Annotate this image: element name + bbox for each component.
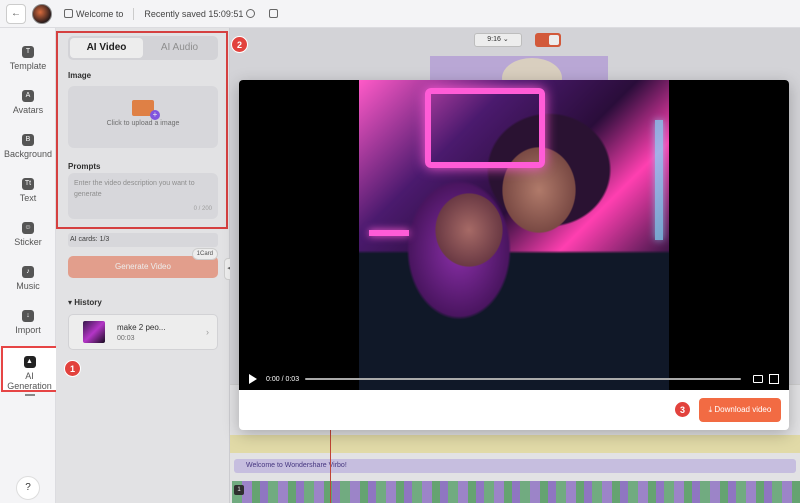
callout-badge-3: 3 [674, 401, 691, 418]
nav-template-label: Template [9, 61, 47, 71]
avatars-icon: A [22, 90, 34, 102]
sticker-icon: ☺ [22, 222, 34, 234]
nav-import-label: Import [15, 325, 41, 335]
save-status: Recently saved 15:09:51 [144, 8, 256, 19]
project-name[interactable]: Welcome to [64, 9, 123, 19]
nav-sticker-label: Sticker [14, 237, 42, 247]
music-icon: ♪ [22, 266, 34, 278]
headset-icon: ? [25, 482, 31, 493]
video-player[interactable]: 0:00 / 0:03 [239, 80, 789, 390]
nav-avatars[interactable]: A Avatars [0, 90, 56, 115]
neon-sign [425, 88, 545, 168]
save-icon[interactable] [269, 9, 279, 18]
nav-template[interactable]: T Template [0, 46, 56, 71]
download-video-button[interactable]: ⤓ Download video [699, 398, 781, 422]
nav-music[interactable]: ♪ Music [0, 266, 56, 291]
left-nav: T Template A Avatars B Background Tt Tex… [0, 28, 58, 503]
user-avatar[interactable] [32, 3, 52, 24]
active-indicator [24, 394, 35, 396]
nav-music-label: Music [16, 281, 40, 291]
check-circle-icon [246, 9, 256, 18]
volume-icon[interactable] [753, 375, 764, 383]
top-bar: ← Welcome to Recently saved 15:09:51 [0, 0, 800, 28]
ai-generation-icon: ▲ [23, 356, 36, 368]
edit-icon [64, 9, 73, 18]
video-preview-modal: 0:00 / 0:03 ⤓ Download video [239, 80, 789, 430]
save-status-text: Recently saved 15:09:51 [144, 8, 244, 19]
progress-bar[interactable] [305, 378, 742, 380]
callout-badge-2: 2 [231, 36, 248, 53]
back-arrow-icon: ← [11, 8, 21, 19]
project-name-text: Welcome to [76, 8, 124, 19]
playback-time: 0:00 / 0:03 [266, 375, 300, 383]
video-frame [359, 80, 669, 390]
nav-background[interactable]: B Background [0, 134, 56, 159]
neon-light [655, 120, 663, 240]
download-video-label: Download video [714, 405, 772, 414]
background-icon: B [22, 134, 34, 146]
divider [133, 7, 135, 20]
nav-text-label: Text [19, 193, 37, 203]
neon-light [369, 230, 409, 236]
template-icon: T [22, 46, 34, 58]
nav-sticker[interactable]: ☺ Sticker [0, 222, 56, 247]
import-icon: ↓ [22, 310, 34, 322]
nav-text[interactable]: Tt Text [0, 178, 56, 203]
nav-background-label: Background [3, 149, 53, 159]
fullscreen-icon[interactable] [769, 374, 780, 384]
player-controls: 0:00 / 0:03 [239, 368, 789, 390]
nav-ai-generation[interactable]: ▲ AI Generation [1, 346, 58, 396]
play-icon[interactable] [249, 374, 257, 384]
nav-ai-generation-label: AI Generation [7, 371, 52, 391]
nav-avatars-label: Avatars [12, 105, 44, 115]
back-button[interactable]: ← [6, 3, 26, 24]
text-icon: Tt [22, 178, 34, 190]
help-button[interactable]: ? [16, 476, 40, 500]
callout-badge-1: 1 [64, 360, 81, 377]
nav-import[interactable]: ↓ Import [0, 310, 56, 335]
